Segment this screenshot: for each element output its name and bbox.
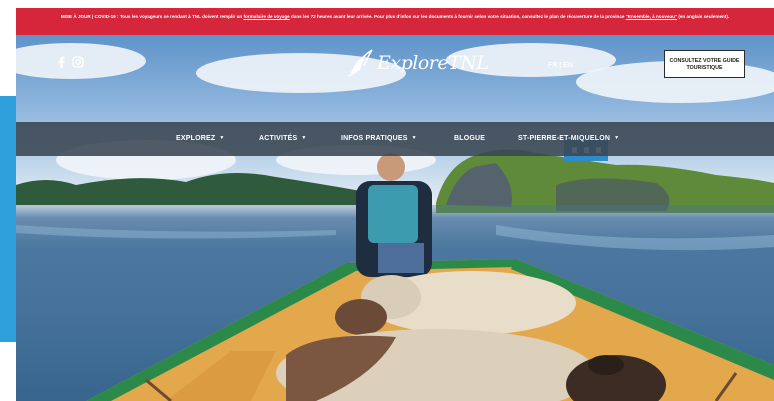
man-jeans — [378, 243, 424, 273]
instagram-icon[interactable] — [72, 56, 84, 68]
nav-label: EXPLOREZ — [176, 135, 216, 142]
nav-item-infos-pratiques[interactable]: INFOS PRATIQUES ▼ — [341, 135, 417, 142]
distant-hills — [16, 173, 361, 205]
life-vest — [368, 185, 418, 243]
chevron-down-icon: ▼ — [411, 135, 417, 141]
nav-item-blogue[interactable]: BLOGUE — [454, 135, 485, 142]
alert-middle: dans les 72 heures avant leur arrivée. P… — [290, 14, 625, 19]
nav-label: ACTIVITÉS — [259, 135, 298, 142]
main-navigation: EXPLOREZ ▼ ACTIVITÉS ▼ INFOS PRATIQUES ▼ BL… — [16, 122, 774, 156]
nav-item-st-pierre-et-miquelon[interactable]: ST-PIERRE-ET-MIQUELON ▼ — [518, 135, 619, 142]
nav-label: INFOS PRATIQUES — [341, 135, 408, 142]
social-links — [58, 56, 84, 68]
sheep-ear — [588, 355, 624, 375]
nav-label: BLOGUE — [454, 135, 486, 142]
alert-plan-link[interactable]: "Ensemble, à nouveau" — [626, 14, 677, 19]
facebook-icon[interactable] — [58, 56, 65, 68]
man-head — [377, 153, 405, 181]
chevron-down-icon: ▼ — [219, 135, 225, 141]
site-logo[interactable]: ExploreTNL — [346, 48, 489, 78]
language-label[interactable]: FR | EN — [548, 62, 573, 69]
side-accent-bar — [0, 96, 16, 342]
logo-text: ExploreTNL — [377, 52, 489, 74]
covid-alert-bar: MISE À JOUR | COVID-19 : Tous les voyage… — [16, 8, 774, 35]
tourist-guide-button[interactable]: CONSULTEZ VOTRE GUIDE TOURISTIQUE — [664, 50, 745, 78]
sheep-middle — [335, 299, 387, 335]
alert-prefix: MISE À JOUR | COVID-19 : Tous les voyage… — [60, 14, 243, 19]
nav-item-explorez[interactable]: EXPLOREZ ▼ — [176, 135, 224, 142]
hero-photo: ExploreTNL FR | EN CONSULTEZ VOTRE GUIDE… — [16, 35, 774, 401]
chevron-down-icon: ▼ — [301, 135, 307, 141]
alert-form-link[interactable]: formulaire de voyage — [243, 14, 289, 19]
nav-item-activites[interactable]: ACTIVITÉS ▼ — [259, 135, 307, 142]
landscape-illustration — [16, 149, 774, 401]
alert-suffix: (en anglais seulement). — [678, 14, 730, 19]
bird-logo-icon — [347, 49, 373, 77]
website-frame: MISE À JOUR | COVID-19 : Tous les voyage… — [16, 8, 774, 401]
nav-label: ST-PIERRE-ET-MIQUELON — [518, 135, 611, 142]
chevron-down-icon: ▼ — [614, 135, 620, 141]
language-switcher[interactable]: FR | EN — [548, 62, 573, 69]
